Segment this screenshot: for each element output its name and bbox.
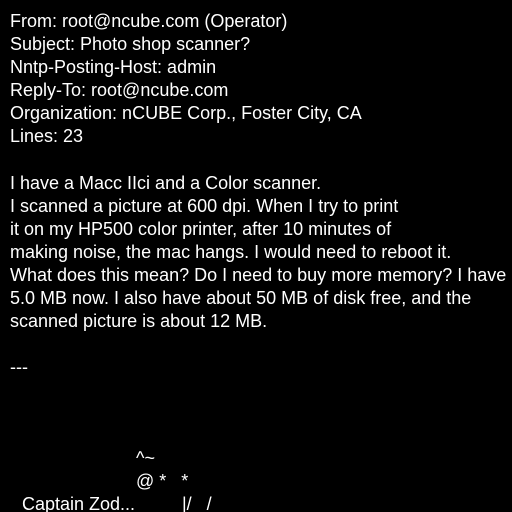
email-message: From: root@ncube.com (Operator) Subject:…: [0, 0, 512, 512]
signature-art-line: @ * *: [136, 471, 189, 491]
header-nntp-posting-host: Nntp-Posting-Host: admin: [10, 57, 217, 77]
header-from: From: root@ncube.com (Operator): [10, 11, 288, 31]
body-line: What does this mean? Do I need to buy mo…: [10, 265, 507, 285]
signature-name: Captain Zod...: [22, 494, 136, 512]
body-line: I scanned a picture at 600 dpi. When I t…: [10, 196, 399, 216]
header-organization: Organization: nCUBE Corp., Foster City, …: [10, 103, 362, 123]
body-line: making noise, the mac hangs. I would nee…: [10, 242, 452, 262]
signature-art-line: ^~: [136, 448, 155, 468]
signature-separator: ---: [10, 357, 28, 377]
body-line: I have a Macc IIci and a Color scanner.: [10, 173, 322, 193]
signature-art-line: |/ /: [182, 494, 212, 512]
header-reply-to: Reply-To: root@ncube.com: [10, 80, 229, 100]
header-lines: Lines: 23: [10, 126, 84, 146]
body-line: scanned picture is about 12 MB.: [10, 311, 268, 331]
header-subject: Subject: Photo shop scanner?: [10, 34, 251, 54]
body-line: it on my HP500 color printer, after 10 m…: [10, 219, 392, 239]
body-line: 5.0 MB now. I also have about 50 MB of d…: [10, 288, 472, 308]
